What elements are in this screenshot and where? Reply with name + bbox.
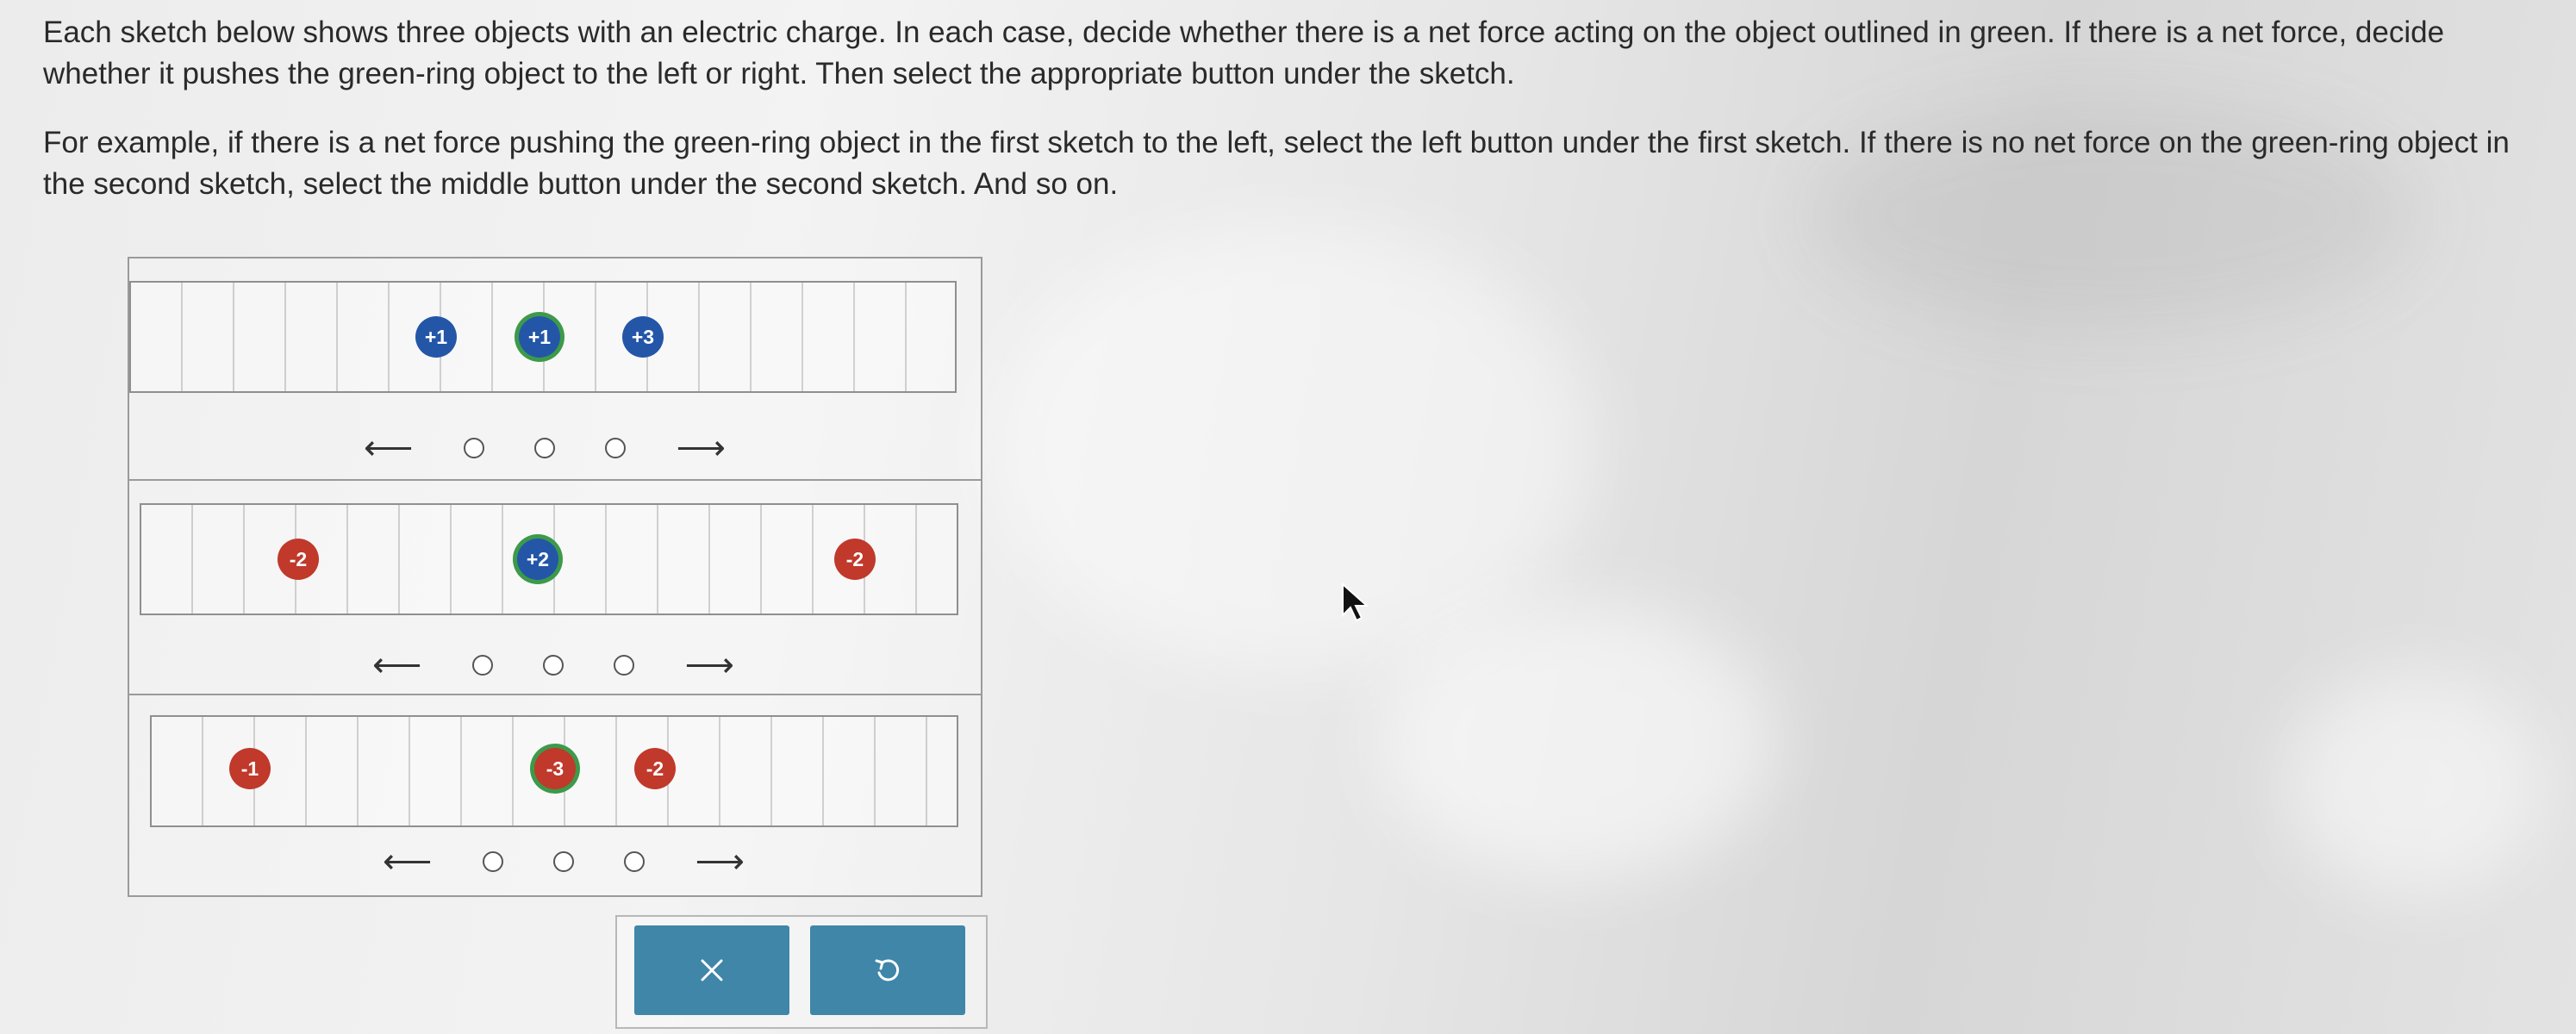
radio-right-sketch-3[interactable] [624,851,646,872]
right-arrow-icon: ⟶ [684,646,734,684]
instructions-paragraph-1: Each sketch below shows three objects wi… [43,16,2445,90]
radio-left-sketch-1[interactable] [463,438,484,458]
answer-row-1: ⟵ ⟶ [364,431,726,465]
charge-label: -2 [845,547,864,570]
charge-object: -2 [278,539,319,580]
radio-none-sketch-1[interactable] [534,438,555,458]
charge-label: -2 [289,547,308,570]
radio-right-sketch-1[interactable] [605,438,627,458]
charge-object: -1 [229,748,271,789]
answer-row-2: ⟵ ⟶ [372,648,734,682]
radio-none-sketch-2[interactable] [543,655,564,676]
action-buttons [615,915,988,1029]
radio-right-sketch-2[interactable] [614,655,635,676]
charge-label: +1 [424,325,448,348]
clear-button[interactable] [634,925,789,1015]
sketch-3: -1 -3 -2 [150,715,958,827]
panel-divider [129,694,981,695]
mouse-cursor-icon [1342,582,1369,622]
left-arrow-icon: ⟵ [372,646,422,684]
undo-icon [875,959,900,981]
sketch-1: +1 +1 +3 [129,281,957,393]
charge-label: +3 [631,325,655,348]
charge-label: -3 [546,757,564,780]
charge-label: -2 [646,757,664,780]
instructions-paragraph-2: For example, if there is a net force pus… [43,126,2510,201]
right-arrow-icon: ⟶ [695,843,745,881]
charge-object: +3 [622,316,664,358]
sketch-panel: +1 +1 +3 ⟵ ⟶ -2 +2 -2 ⟵ ⟶ -1 -3 -2 ⟵ ⟶ [128,257,982,897]
charge-label: +1 [527,325,552,348]
radio-left-sketch-2[interactable] [471,655,493,676]
right-arrow-icon: ⟶ [676,429,726,467]
charge-object: -2 [634,748,676,789]
x-icon [701,959,723,981]
charge-label: +2 [526,547,550,570]
radio-left-sketch-3[interactable] [482,851,503,872]
charge-object-green-ring: -3 [534,748,576,789]
charge-label: -1 [240,757,259,780]
charge-object: -2 [834,539,876,580]
radio-none-sketch-3[interactable] [553,851,574,872]
answer-row-3: ⟵ ⟶ [383,844,745,879]
left-arrow-icon: ⟵ [364,429,414,467]
sketch-2: -2 +2 -2 [140,503,958,615]
charge-object: +1 [415,316,457,358]
panel-divider [129,479,981,481]
left-arrow-icon: ⟵ [383,843,433,881]
charge-object-green-ring: +1 [519,316,560,358]
charge-object-green-ring: +2 [517,539,558,580]
instructions: Each sketch below shows three objects wi… [43,12,2525,233]
reset-button[interactable] [810,925,965,1015]
